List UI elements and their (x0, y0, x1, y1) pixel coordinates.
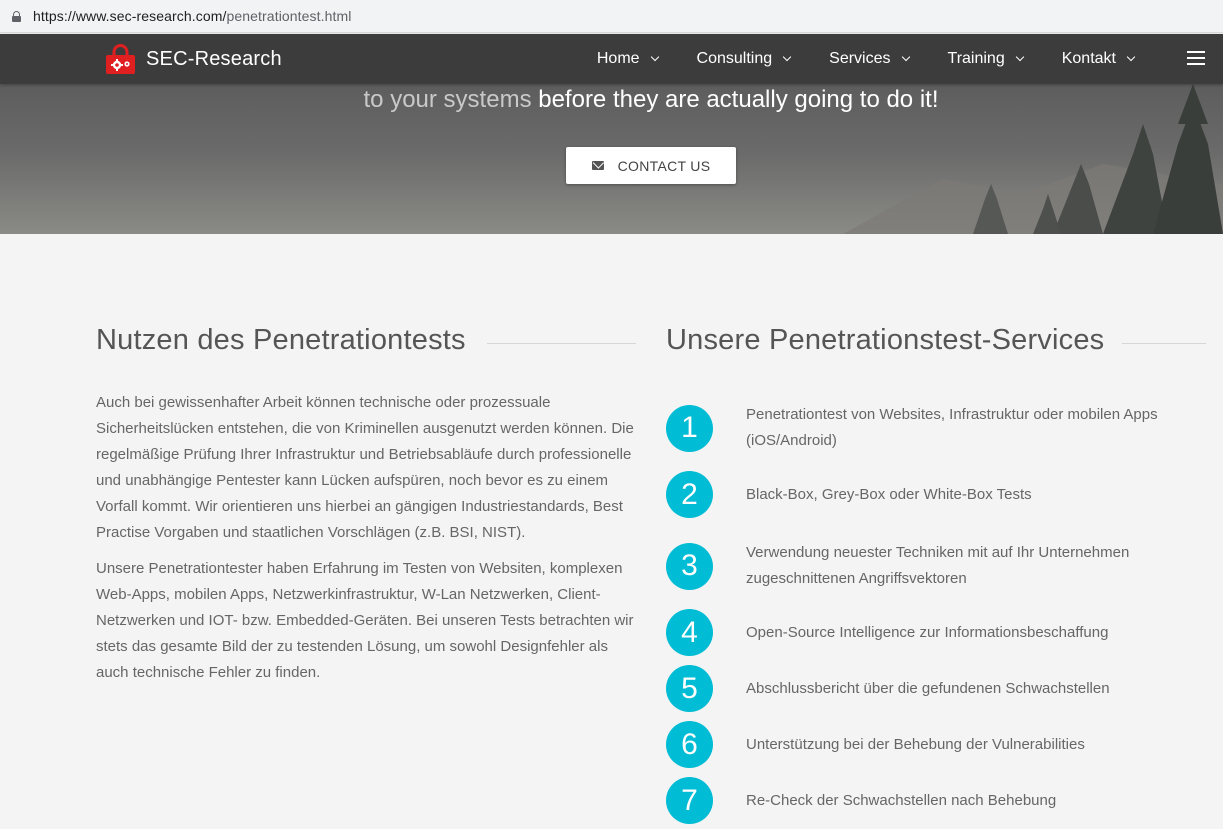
url-path: penetrationtest.html (226, 8, 352, 24)
navbar: SEC-Research Home Consulting Services Tr… (0, 34, 1223, 84)
brand-link[interactable]: SEC-Research (105, 44, 282, 75)
lock-icon (12, 10, 21, 22)
service-number-badge: 4 (666, 609, 713, 656)
service-item: 6 Unterstützung bei der Behebung der Vul… (666, 721, 1186, 768)
contact-us-button[interactable]: CONTACT US (566, 147, 736, 184)
chevron-down-icon (1015, 52, 1024, 62)
nav-item-kontakt[interactable]: Kontakt (1061, 50, 1136, 68)
mail-icon (591, 161, 604, 170)
service-text: Black-Box, Grey-Box oder White-Box Tests (746, 485, 1032, 503)
chevron-down-icon (901, 52, 910, 62)
service-text: Verwendung neuester Techniken mit auf Ih… (746, 544, 1130, 587)
hero-tagline-muted: to your systems (363, 86, 532, 113)
brand-name: SEC-Research (146, 48, 282, 70)
services-title-divider (1122, 343, 1206, 344)
nav-item-label: Home (596, 50, 640, 67)
nav-item-training[interactable]: Training (947, 50, 1024, 68)
nav-item-label: Training (947, 50, 1005, 67)
service-text: Penetrationtest von Websites, Infrastruk… (746, 406, 1158, 449)
nav-item-home[interactable]: Home (596, 50, 659, 68)
service-item: 5 Abschlussbericht über die gefundenen S… (666, 665, 1186, 712)
browser-url-bar[interactable]: https://www.sec-research.com/penetration… (0, 0, 1223, 33)
service-number-badge: 6 (666, 721, 713, 768)
chevron-down-icon (650, 52, 659, 62)
service-number-badge: 5 (666, 665, 713, 712)
service-item: 4 Open-Source Intelligence zur Informati… (666, 609, 1186, 656)
chevron-down-icon (1126, 52, 1136, 62)
service-text: Open-Source Intelligence zur Information… (746, 623, 1109, 641)
nav-item-label: Kontakt (1061, 50, 1116, 67)
brand-logo-icon (105, 44, 136, 75)
hero-tagline-main: before they are actually going to do it! (531, 86, 939, 113)
service-number-badge: 3 (666, 542, 713, 590)
contact-us-label: CONTACT US (617, 157, 711, 174)
service-item: 3 Verwendung neuester Techniken mit auf … (666, 540, 1186, 592)
hero-section: to your systems before they are actually… (0, 84, 1223, 234)
nav-item-services[interactable]: Services (829, 50, 910, 68)
service-text: Unterstützung bei der Behebung der Vulne… (746, 735, 1085, 753)
hero-tagline: to your systems before they are actually… (0, 86, 1223, 114)
service-item: 1 Penetrationtest von Websites, Infrastr… (666, 402, 1186, 454)
nav-item-consulting[interactable]: Consulting (696, 50, 792, 68)
services-title: Unsere Penetrationstest-Services (666, 324, 1105, 356)
main-nav: Home Consulting Services Training Kontak… (558, 34, 1136, 84)
benefits-paragraph-2: Unsere Penetrationtester haben Erfahrung… (96, 560, 634, 681)
service-number-badge: 7 (666, 777, 713, 824)
benefits-title-divider (487, 343, 636, 344)
nav-item-label: Consulting (696, 50, 773, 67)
service-number-badge: 1 (666, 404, 713, 452)
url-text[interactable]: https://www.sec-research.com/penetration… (33, 8, 351, 24)
service-number-badge: 2 (666, 471, 713, 518)
url-host: https://www.sec-research.com/ (33, 8, 227, 24)
chevron-down-icon (782, 52, 792, 62)
service-text: Abschlussbericht über die gefundenen Sch… (746, 679, 1110, 697)
benefits-title: Nutzen des Penetrationtests (96, 324, 466, 356)
service-item: 7 Re-Check der Schwachstellen nach Beheb… (666, 777, 1186, 824)
benefits-paragraph-1: Auch bei gewissenhafter Arbeit können te… (96, 394, 634, 541)
menu-icon[interactable] (1187, 51, 1205, 65)
service-text: Re-Check der Schwachstellen nach Behebun… (746, 791, 1057, 809)
service-item: 2 Black-Box, Grey-Box oder White-Box Tes… (666, 471, 1186, 518)
nav-item-label: Services (829, 50, 891, 67)
